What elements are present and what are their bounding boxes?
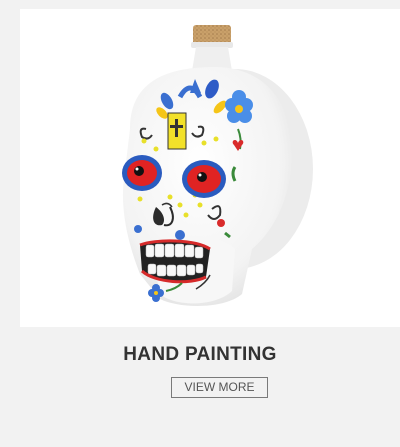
left-eye (122, 155, 162, 191)
mouth-teeth (139, 239, 211, 284)
sugar-skull-bottle-illustration (122, 25, 313, 306)
view-more-button[interactable]: VIEW MORE (171, 377, 268, 398)
product-card: HAND PAINTING VIEW MORE (0, 0, 400, 447)
cork-stopper (191, 25, 233, 48)
product-title: HAND PAINTING (123, 344, 277, 365)
right-eye (182, 160, 226, 198)
product-image[interactable] (20, 9, 400, 327)
